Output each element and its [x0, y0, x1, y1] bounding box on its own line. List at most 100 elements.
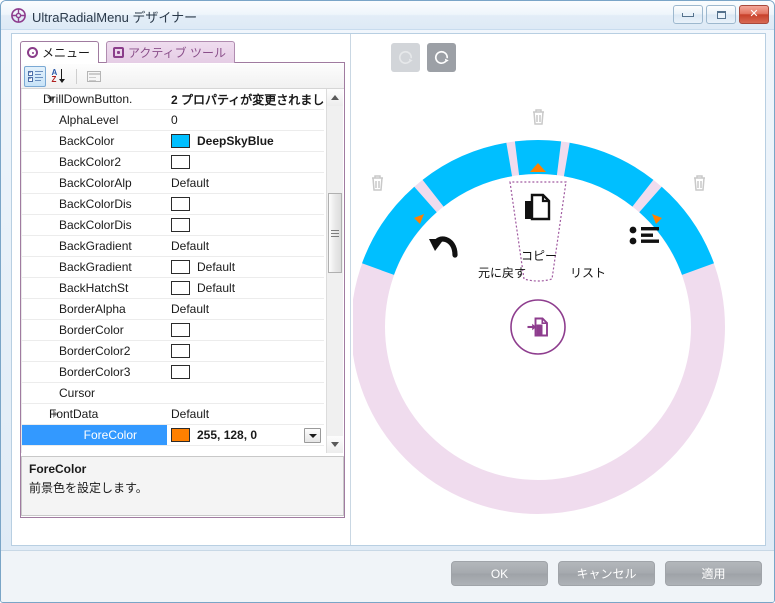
property-value[interactable]: 255, 128, 0 [168, 425, 324, 445]
property-value[interactable]: Default [168, 236, 324, 256]
description-pane: ForeColor 前景色を設定します。 [21, 456, 344, 516]
property-value-text: 255, 128, 0 [197, 428, 258, 442]
property-grid[interactable]: DrillDownButton. 2 プロパティが変更されまし AlphaLevel… [21, 89, 344, 453]
color-swatch-icon[interactable] [171, 365, 190, 379]
property-value[interactable] [168, 152, 324, 172]
property-value-text: Default [171, 407, 210, 421]
apply-button[interactable]: 適用 [665, 561, 762, 586]
delete-handle-top [533, 109, 544, 125]
designer-window: UltraRadialMenu デザイナー ✕ メニュー アクティブ ツール +… [0, 0, 775, 603]
color-swatch-icon[interactable] [171, 260, 190, 274]
color-swatch-icon[interactable] [171, 281, 190, 295]
property-row[interactable]: FontData Default [21, 404, 324, 425]
chevron-down-icon [308, 433, 317, 438]
property-value[interactable] [168, 320, 324, 340]
property-name: BackColorDis [59, 197, 132, 211]
color-swatch-icon[interactable] [171, 218, 190, 232]
property-row[interactable]: BorderColor [21, 320, 324, 341]
property-row[interactable]: BorderColor2 [21, 341, 324, 362]
property-value[interactable]: Default [168, 299, 324, 319]
property-value[interactable]: Default [168, 404, 324, 424]
property-name: BorderColor2 [59, 344, 131, 358]
radial-menu-preview[interactable]: 元に戻す コピー リスト [353, 34, 765, 545]
property-row[interactable]: BackColorDis [21, 194, 324, 215]
property-row[interactable]: BackColorAlp Default [21, 173, 324, 194]
property-value[interactable]: DeepSkyBlue [168, 131, 324, 151]
property-value[interactable] [168, 215, 324, 235]
scrollbar-thumb[interactable] [328, 193, 342, 273]
grip-icon [331, 229, 339, 237]
cancel-button[interactable]: キャンセル [558, 561, 655, 586]
property-rows: DrillDownButton. 2 プロパティが変更されまし AlphaLevel… [21, 89, 324, 446]
property-name: BackHatchSt [59, 281, 129, 295]
property-value[interactable]: 2 プロパティが変更されまし [168, 89, 324, 109]
property-value[interactable] [168, 383, 324, 403]
property-row[interactable]: BorderColor3 [21, 362, 324, 383]
property-row[interactable]: BorderAlpha Default [21, 299, 324, 320]
list-icon [629, 226, 659, 245]
alphabetical-sort-button[interactable]: AZ [48, 66, 70, 87]
radial-item-label-list[interactable]: リスト [543, 264, 633, 281]
color-swatch-icon[interactable] [171, 155, 190, 169]
maximize-button[interactable] [706, 5, 736, 24]
property-value-text: 2 プロパティが変更されまし [171, 92, 324, 107]
property-row[interactable]: ForeColor 255, 128, 0 [21, 425, 324, 446]
property-row[interactable]: AlphaLevel 0 [21, 110, 324, 131]
radial-item-label-undo[interactable]: 元に戻す [457, 264, 547, 281]
radial-dot-icon [27, 47, 38, 58]
property-row[interactable]: BackColor DeepSkyBlue [21, 131, 324, 152]
property-value[interactable] [168, 194, 324, 214]
radial-item-label-copy[interactable]: コピー [494, 247, 584, 264]
property-pages-button[interactable] [83, 66, 105, 87]
undo-icon [429, 236, 458, 258]
color-swatch-icon[interactable] [171, 134, 190, 148]
property-name: BackGradient [59, 260, 132, 274]
ring-segment-copy-b [563, 142, 654, 207]
scroll-up-button[interactable] [327, 89, 343, 106]
panel-splitter[interactable] [350, 34, 351, 545]
ring-segment-copy [514, 140, 562, 176]
property-value[interactable]: Default [168, 278, 324, 298]
close-button[interactable]: ✕ [739, 5, 769, 24]
property-row[interactable]: DrillDownButton. 2 プロパティが変更されまし [21, 89, 324, 110]
property-value[interactable] [168, 362, 324, 382]
square-dot-icon [113, 47, 124, 58]
property-row[interactable]: BackColor2 [21, 152, 324, 173]
property-name: BackColorDis [59, 218, 132, 232]
property-value-text: Default [171, 176, 210, 190]
property-row[interactable]: BackHatchSt Default [21, 278, 324, 299]
tab-menu[interactable]: メニュー [20, 41, 100, 63]
property-grid-scrollbar[interactable] [326, 89, 343, 453]
property-row[interactable]: BackGradient Default [21, 257, 324, 278]
tab-strip: メニュー アクティブ ツール [20, 41, 345, 63]
categorized-view-button[interactable]: + + [24, 65, 46, 87]
scroll-down-button[interactable] [327, 436, 343, 453]
property-value[interactable]: Default [168, 257, 324, 277]
window-title: UltraRadialMenu デザイナー [32, 10, 198, 25]
ok-button[interactable]: OK [451, 561, 548, 586]
property-name: BackColorAlp [59, 176, 132, 190]
property-value-text: Default [197, 281, 236, 295]
copy-icon [525, 193, 551, 221]
property-row[interactable]: BackColorDis [21, 215, 324, 236]
property-name: BorderAlpha [59, 302, 126, 316]
property-value[interactable] [168, 341, 324, 361]
property-row[interactable]: BackGradient Default [21, 236, 324, 257]
minimize-button[interactable] [673, 5, 703, 24]
property-pages-icon [87, 70, 101, 82]
value-dropdown-button[interactable] [304, 428, 321, 443]
sort-az-icon: AZ [52, 69, 67, 84]
color-swatch-icon[interactable] [171, 197, 190, 211]
dialog-footer: OK キャンセル 適用 [1, 550, 774, 602]
property-value[interactable]: 0 [168, 110, 324, 130]
property-value-text: Default [197, 260, 236, 274]
color-swatch-icon[interactable] [171, 344, 190, 358]
color-swatch-icon[interactable] [171, 428, 190, 442]
property-value[interactable]: Default [168, 173, 324, 193]
tab-active-tool[interactable]: アクティブ ツール [106, 41, 236, 63]
property-row[interactable]: Cursor [21, 383, 324, 404]
tab-active-tool-label: アクティブ ツール [128, 46, 227, 60]
minimize-icon [682, 12, 694, 17]
toolbar-separator [76, 68, 77, 84]
color-swatch-icon[interactable] [171, 323, 190, 337]
